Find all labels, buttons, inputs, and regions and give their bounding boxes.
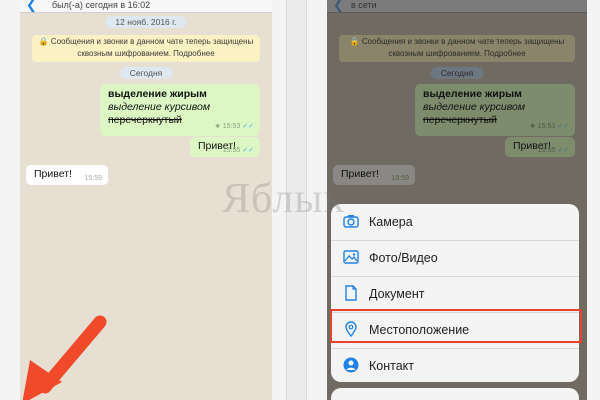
today-pill: Сегодня	[430, 67, 484, 79]
message-text: Привет!	[341, 168, 379, 180]
chat-screen-right: ❮ в сети 🔒 Сообщения и звонки в данном ч…	[327, 0, 587, 400]
red-arrow-icon	[22, 315, 107, 400]
contact-icon	[343, 357, 359, 373]
message-bubble-formatted[interactable]: выделение жирым выделение курсивом переч…	[100, 84, 260, 136]
message-text: Привет!	[34, 168, 72, 180]
photo-icon	[343, 250, 359, 264]
location-highlight-frame	[330, 309, 582, 343]
encryption-notice[interactable]: 🔒 Сообщения и звонки в данном чате тепер…	[339, 35, 575, 62]
back-chevron-icon[interactable]: ❮	[333, 0, 344, 13]
sheet-item-label: Документ	[369, 287, 425, 301]
cancel-button[interactable]	[331, 388, 579, 400]
contact-status: был(-а) сегодня в 16:02	[52, 0, 151, 10]
message-bold-text: выделение жирым	[423, 88, 522, 100]
message-bubble-incoming[interactable]: Привет! 15:59	[333, 165, 415, 185]
message-meta: ★ 15:53 ✓✓	[215, 120, 254, 133]
sheet-item-label: Камера	[369, 215, 413, 229]
message-time: ★ 15:53	[214, 123, 241, 130]
sheet-item-photo-video[interactable]: Фото/Видео	[331, 240, 579, 277]
read-ticks-icon: ✓✓	[242, 123, 254, 130]
message-bold-text: выделение жирым	[108, 88, 207, 100]
today-pill: Сегодня	[119, 67, 173, 79]
chat-header: ❮ был(-а) сегодня в 16:02	[20, 0, 272, 13]
message-time: ★ 15:53	[529, 123, 556, 130]
message-time: 15:59	[84, 175, 102, 182]
message-time: 15:55	[537, 147, 556, 154]
right-phone: ❮ в сети 🔒 Сообщения и звонки в данном ч…	[306, 0, 600, 400]
message-bubble-incoming[interactable]: Привет! 15:59	[26, 165, 108, 185]
chat-header: ❮ в сети	[327, 0, 587, 13]
sheet-item-contact[interactable]: Контакт	[331, 348, 579, 382]
message-italic-text: выделение курсивом	[423, 101, 526, 113]
message-bubble-outgoing[interactable]: Привет! 15:55 ✓✓	[190, 137, 260, 157]
sheet-item-document[interactable]: Документ	[331, 276, 579, 313]
read-ticks-icon: ✓✓	[557, 147, 569, 154]
date-pill: 12 нояб. 2016 г.	[105, 16, 187, 28]
watermark: Яблык	[222, 176, 345, 222]
camera-icon	[343, 215, 359, 228]
read-ticks-icon: ✓✓	[242, 147, 254, 154]
message-time: 15:55	[222, 147, 241, 154]
encryption-notice[interactable]: 🔒 Сообщения и звонки в данном чате тепер…	[32, 35, 260, 62]
document-icon	[345, 285, 357, 301]
back-chevron-icon[interactable]: ❮	[26, 0, 37, 13]
contact-status: в сети	[351, 0, 377, 10]
message-meta: 15:55 ✓✓	[538, 146, 569, 154]
message-italic-text: выделение курсивом	[108, 101, 211, 113]
message-bubble-formatted[interactable]: выделение жирым выделение курсивом переч…	[415, 84, 575, 136]
message-meta: ★ 15:53 ✓✓	[530, 120, 569, 133]
sheet-item-label: Контакт	[369, 359, 415, 373]
attachment-action-sheet: Камера Фото/Видео Документ Местоположени…	[331, 204, 579, 382]
sheet-item-label: Фото/Видео	[369, 251, 438, 265]
message-time: 15:59	[391, 175, 409, 182]
message-bubble-outgoing[interactable]: Привет! 15:55 ✓✓	[505, 137, 575, 157]
message-meta: 15:55 ✓✓	[223, 146, 254, 154]
sheet-item-camera[interactable]: Камера	[331, 204, 579, 241]
read-ticks-icon: ✓✓	[557, 123, 569, 130]
